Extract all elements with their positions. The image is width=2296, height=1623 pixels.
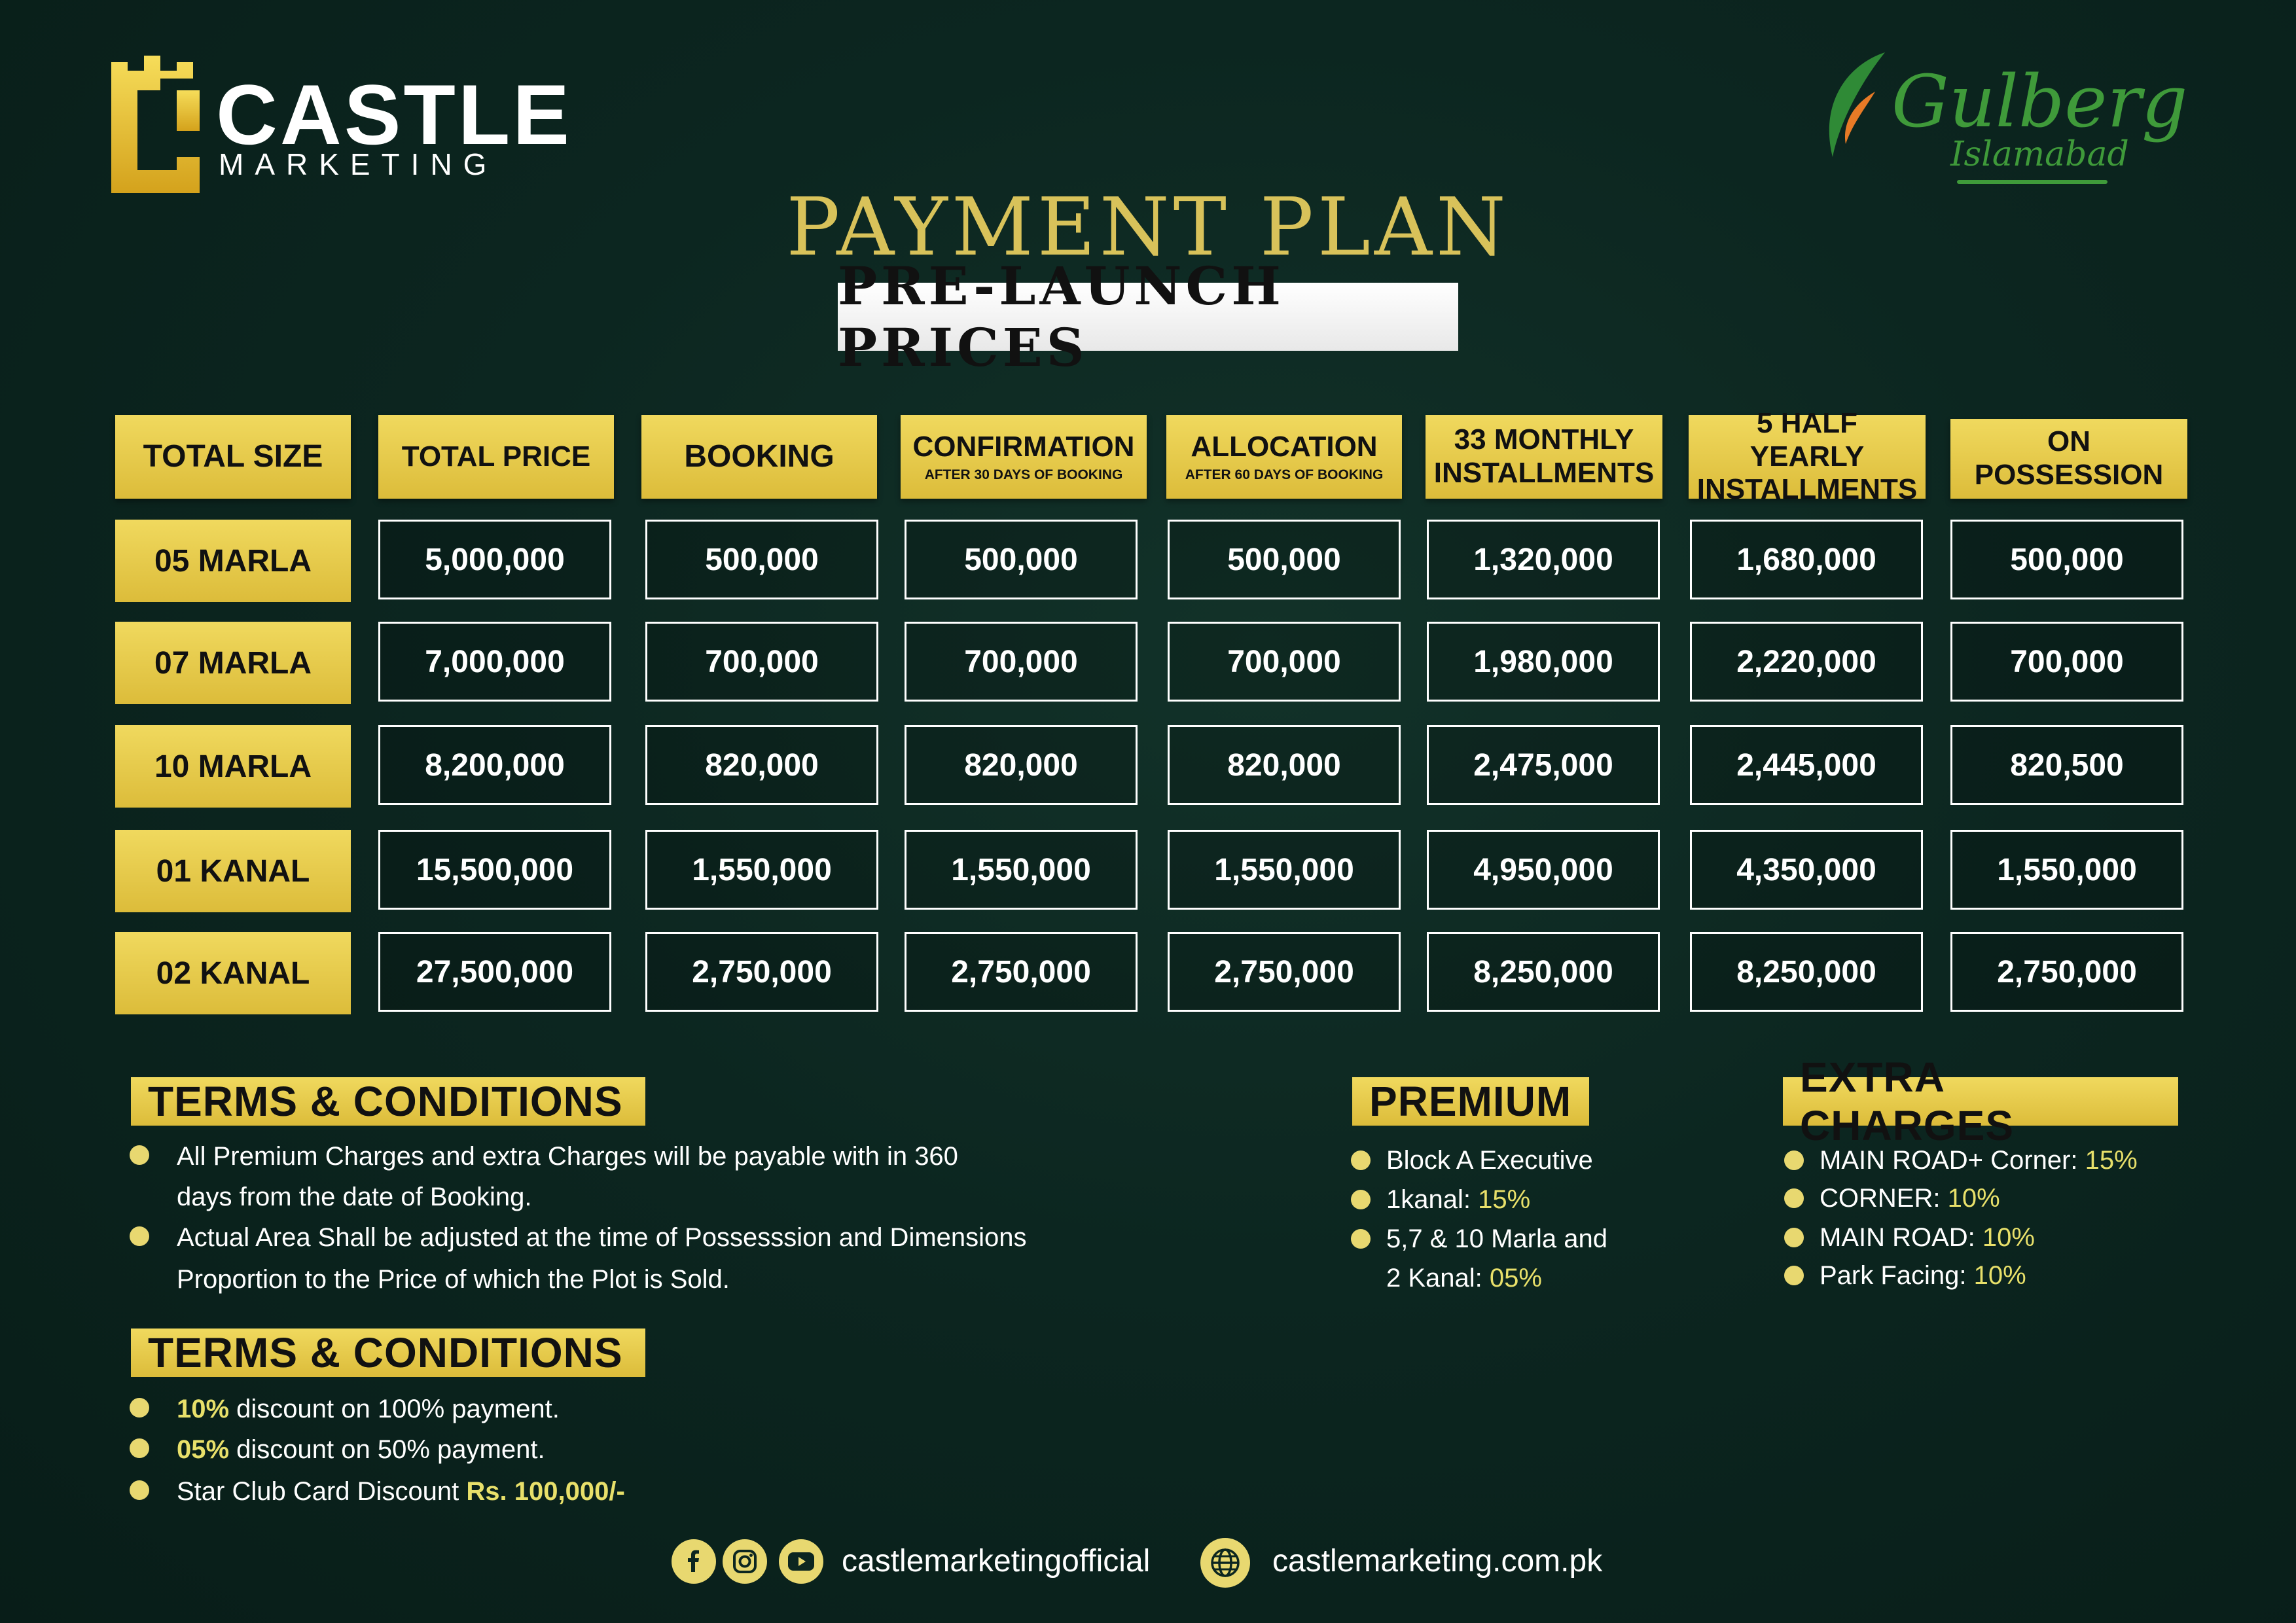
row-label: 01 KANAL (115, 830, 351, 912)
table-cell: 1,550,000 (1168, 830, 1401, 910)
terms-item-line: days from the date of Booking. (177, 1183, 532, 1211)
bullet-icon (1351, 1150, 1371, 1170)
table-cell: 8,250,000 (1427, 932, 1660, 1012)
table-cell: 2,750,000 (645, 932, 878, 1012)
facebook-icon[interactable] (672, 1539, 716, 1584)
partner-subname: Islamabad (1950, 135, 2129, 174)
table-cell: 1,550,000 (905, 830, 1138, 910)
header-allocation: ALLOCATION AFTER 60 DAYS OF BOOKING (1166, 415, 1402, 499)
table-cell: 2,475,000 (1427, 725, 1660, 805)
premium-item: Block A Executive (1386, 1146, 1593, 1175)
globe-icon (1200, 1538, 1250, 1588)
table-cell: 15,500,000 (378, 830, 611, 910)
table-cell: 1,980,000 (1427, 622, 1660, 702)
row-label: 07 MARLA (115, 622, 351, 704)
bullet-icon (130, 1398, 149, 1418)
discount-item: 10% discount on 100% payment. (177, 1395, 560, 1423)
terms-item-line: Actual Area Shall be adjusted at the tim… (177, 1223, 1027, 1252)
table-cell: 8,200,000 (378, 725, 611, 805)
table-cell: 1,550,000 (1950, 830, 2183, 910)
terms-heading-2: TERMS & CONDITIONS (131, 1329, 645, 1377)
table-cell: 27,500,000 (378, 932, 611, 1012)
table-cell: 8,250,000 (1690, 932, 1923, 1012)
table-cell: 1,320,000 (1427, 520, 1660, 599)
table-cell: 820,000 (1168, 725, 1401, 805)
youtube-icon[interactable] (779, 1539, 823, 1584)
brand-subname: MARKETING (219, 147, 498, 181)
table-cell: 5,000,000 (378, 520, 611, 599)
bullet-icon (1784, 1150, 1804, 1170)
header-booking: BOOKING (641, 415, 877, 499)
row-label: 05 MARLA (115, 520, 351, 602)
partner-name: Gulberg (1892, 60, 2188, 143)
table-cell: 2,750,000 (1168, 932, 1401, 1012)
table-cell: 1,550,000 (645, 830, 878, 910)
table-cell: 820,500 (1950, 725, 2183, 805)
header-monthly-installments: 33 MONTHLY INSTALLMENTS (1426, 415, 1662, 499)
table-cell: 4,350,000 (1690, 830, 1923, 910)
table-cell: 820,000 (905, 725, 1138, 805)
terms-heading: TERMS & CONDITIONS (131, 1077, 645, 1126)
bullet-icon (130, 1480, 149, 1500)
table-cell: 700,000 (1950, 622, 2183, 702)
table-cell: 500,000 (905, 520, 1138, 599)
premium-item: 2 Kanal: 05% (1386, 1264, 1542, 1293)
bullet-icon (1351, 1190, 1371, 1209)
header-half-yearly-installments: 5 HALF YEARLY INSTALLMENTS (1689, 407, 1926, 505)
table-cell: 700,000 (905, 622, 1138, 702)
premium-heading: PREMIUM (1352, 1077, 1589, 1126)
terms-item-line: Proportion to the Price of which the Plo… (177, 1265, 730, 1294)
header-on-possession: ON POSSESSION (1950, 419, 2187, 499)
header-total-price: TOTAL PRICE (378, 415, 614, 499)
premium-item: 5,7 & 10 Marla and (1386, 1224, 1607, 1253)
header-confirmation: CONFIRMATION AFTER 30 DAYS OF BOOKING (901, 415, 1147, 499)
gulberg-leaf-icon (1829, 52, 1885, 157)
table-cell: 500,000 (1168, 520, 1401, 599)
extra-charge-item: CORNER: 10% (1820, 1184, 2000, 1213)
bullet-icon (1784, 1228, 1804, 1247)
table-cell: 4,950,000 (1427, 830, 1660, 910)
extra-charges-heading: EXTRA CHARGES (1783, 1054, 2178, 1149)
table-cell: 500,000 (1950, 520, 2183, 599)
page-subtitle: PRE-LAUNCH PRICES (838, 255, 1285, 378)
table-cell: 7,000,000 (378, 622, 611, 702)
website-link[interactable]: castlemarketing.com.pk (1272, 1546, 1602, 1577)
table-cell: 2,445,000 (1690, 725, 1923, 805)
instagram-icon[interactable] (723, 1539, 767, 1584)
bullet-icon (1351, 1229, 1371, 1249)
table-cell: 2,750,000 (905, 932, 1138, 1012)
subtitle-banner: PRE-LAUNCH PRICES (838, 255, 1458, 378)
bullet-icon (130, 1145, 149, 1165)
table-cell: 700,000 (645, 622, 878, 702)
row-label: 02 KANAL (115, 932, 351, 1014)
terms-item-line: All Premium Charges and extra Charges wi… (177, 1142, 958, 1171)
table-cell: 500,000 (645, 520, 878, 599)
table-cell: 1,680,000 (1690, 520, 1923, 599)
extra-charge-item: MAIN ROAD+ Corner: 15% (1820, 1146, 2138, 1175)
social-handle[interactable]: castlemarketingofficial (842, 1546, 1150, 1577)
table-cell: 700,000 (1168, 622, 1401, 702)
discount-item: 05% discount on 50% payment. (177, 1435, 545, 1464)
bullet-icon (130, 1438, 149, 1458)
brand-name: CASTLE (216, 67, 572, 162)
extra-charge-item: MAIN ROAD: 10% (1820, 1223, 2035, 1252)
bullet-icon (1784, 1188, 1804, 1208)
table-cell: 2,750,000 (1950, 932, 2183, 1012)
extra-charge-item: Park Facing: 10% (1820, 1261, 2026, 1290)
bullet-icon (1784, 1266, 1804, 1285)
premium-item: 1kanal: 15% (1386, 1185, 1531, 1214)
table-cell: 2,220,000 (1690, 622, 1923, 702)
row-label: 10 MARLA (115, 725, 351, 808)
table-cell: 820,000 (645, 725, 878, 805)
discount-item: Star Club Card Discount Rs. 100,000/- (177, 1477, 625, 1506)
header-total-size: TOTAL SIZE (115, 415, 351, 499)
bullet-icon (130, 1226, 149, 1246)
